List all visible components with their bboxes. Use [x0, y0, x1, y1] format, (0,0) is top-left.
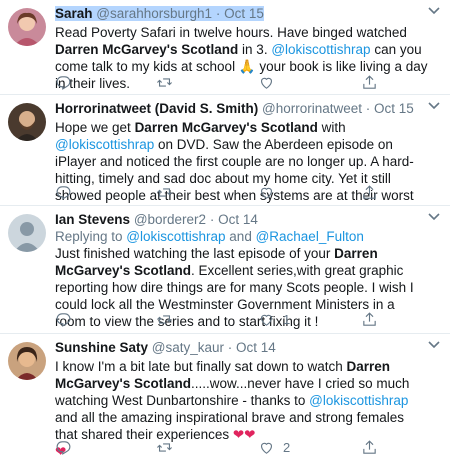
- like-icon: [260, 187, 273, 199]
- reply-icon: [56, 75, 71, 90]
- mention-link[interactable]: @lokiscottishrap: [309, 393, 408, 408]
- tweet: Horrorinatweet (David S. Smith) @horrori…: [0, 95, 450, 206]
- text-segment: in 3.: [238, 42, 272, 57]
- like-icon: [260, 314, 273, 326]
- timestamp[interactable]: Oct 15: [224, 6, 264, 21]
- mention-link[interactable]: @lokiscottishrap: [126, 229, 225, 244]
- separator: ·: [362, 101, 375, 116]
- mention-link[interactable]: @Rachael_Fulton: [256, 229, 364, 244]
- share-button[interactable]: [361, 183, 378, 201]
- tweet: Sarah @sarahhorsburgh1 · Oct 15 Read Pov…: [0, 0, 450, 95]
- reply-button[interactable]: [55, 183, 80, 201]
- mention-link[interactable]: @lokiscottishrap: [271, 42, 370, 57]
- handle[interactable]: @saty_kaur: [152, 340, 224, 355]
- tweet-actions: [55, 73, 385, 91]
- share-icon: [363, 184, 376, 199]
- timestamp[interactable]: Oct 14: [236, 340, 276, 355]
- handle[interactable]: @horrorinatweet: [262, 101, 362, 116]
- handle[interactable]: @borderer2: [134, 212, 206, 227]
- separator: ·: [212, 6, 225, 21]
- separator: ·: [206, 212, 219, 227]
- retweet-icon: [157, 77, 172, 87]
- avatar[interactable]: [8, 8, 46, 46]
- reply-icon: [56, 312, 71, 327]
- like-icon: [260, 77, 273, 89]
- tweet-header: Sunshine Saty @saty_kaur · Oct 14: [55, 340, 428, 356]
- chevron-down-icon[interactable]: [428, 340, 440, 350]
- reply-button[interactable]: [55, 310, 80, 328]
- tweet-header: Horrorinatweet (David S. Smith) @horrori…: [55, 101, 428, 117]
- highlight-text: Darren McGarvey's Scotland: [55, 42, 239, 57]
- share-button[interactable]: [361, 73, 378, 91]
- reply-button[interactable]: [55, 73, 80, 91]
- avatar[interactable]: [8, 214, 46, 252]
- reply-prefix: Replying to: [55, 229, 127, 244]
- separator: ·: [224, 340, 237, 355]
- display-name[interactable]: Sarah: [55, 6, 93, 21]
- display-name[interactable]: Sunshine Saty: [55, 340, 148, 355]
- chevron-down-icon[interactable]: [428, 101, 440, 111]
- retweet-button[interactable]: [156, 73, 181, 91]
- tweet-actions: 1: [55, 310, 385, 328]
- handle[interactable]: @sarahhorsburgh1: [96, 6, 212, 21]
- like-button[interactable]: 2: [258, 438, 290, 456]
- reply-context: Replying to @lokiscottishrap and @Rachae…: [55, 228, 428, 245]
- avatar[interactable]: [8, 103, 46, 141]
- like-button[interactable]: [258, 73, 283, 91]
- retweet-button[interactable]: [156, 310, 181, 328]
- retweet-icon: [157, 314, 172, 324]
- tweet-actions: 2: [55, 438, 385, 456]
- text-segment: with: [317, 120, 346, 135]
- share-button[interactable]: [361, 438, 378, 456]
- timestamp[interactable]: Oct 14: [218, 212, 258, 227]
- retweet-button[interactable]: [156, 183, 181, 201]
- highlight-text: Darren McGarvey's Scotland: [134, 120, 318, 135]
- reply-and: and: [225, 229, 256, 244]
- like-count: 2: [283, 439, 291, 455]
- retweet-icon: [157, 187, 172, 197]
- like-icon: [260, 442, 273, 454]
- display-name[interactable]: Horrorinatweet (David S. Smith): [55, 101, 258, 116]
- share-button[interactable]: [361, 310, 378, 328]
- tweet-actions: [55, 183, 385, 201]
- mention-link[interactable]: @lokiscottishrap: [55, 137, 154, 152]
- like-count: 1: [283, 311, 291, 327]
- like-button[interactable]: [258, 183, 283, 201]
- retweet-icon: [157, 442, 172, 452]
- tweet-header: Sarah @sarahhorsburgh1 · Oct 15: [55, 6, 428, 22]
- share-icon: [363, 74, 376, 89]
- tweet-header: Ian Stevens @borderer2 · Oct 14: [55, 212, 428, 228]
- timestamp[interactable]: Oct 15: [374, 101, 414, 116]
- tweet-feed: Sarah @sarahhorsburgh1 · Oct 15 Read Pov…: [0, 0, 450, 461]
- reply-icon: [56, 440, 71, 455]
- text-segment: I know I'm a bit late but finally sat do…: [55, 359, 347, 374]
- reply-button[interactable]: [55, 438, 80, 456]
- text-segment: Just finished watching the last episode …: [55, 246, 335, 261]
- chevron-down-icon[interactable]: [428, 212, 440, 222]
- avatar[interactable]: [8, 342, 46, 380]
- text-segment: Hope we get: [55, 120, 135, 135]
- tweet: Sunshine Saty @saty_kaur · Oct 14 I know…: [0, 334, 450, 461]
- chevron-down-icon[interactable]: [428, 6, 440, 16]
- share-icon: [363, 311, 376, 326]
- share-icon: [363, 439, 376, 454]
- retweet-button[interactable]: [156, 438, 181, 456]
- reply-icon: [56, 185, 71, 200]
- display-name[interactable]: Ian Stevens: [55, 212, 130, 227]
- text-segment: Read Poverty Safari in twelve hours. Hav…: [55, 25, 407, 40]
- tweet: Ian Stevens @borderer2 · Oct 14 Replying…: [0, 206, 450, 334]
- like-button[interactable]: 1: [258, 310, 290, 328]
